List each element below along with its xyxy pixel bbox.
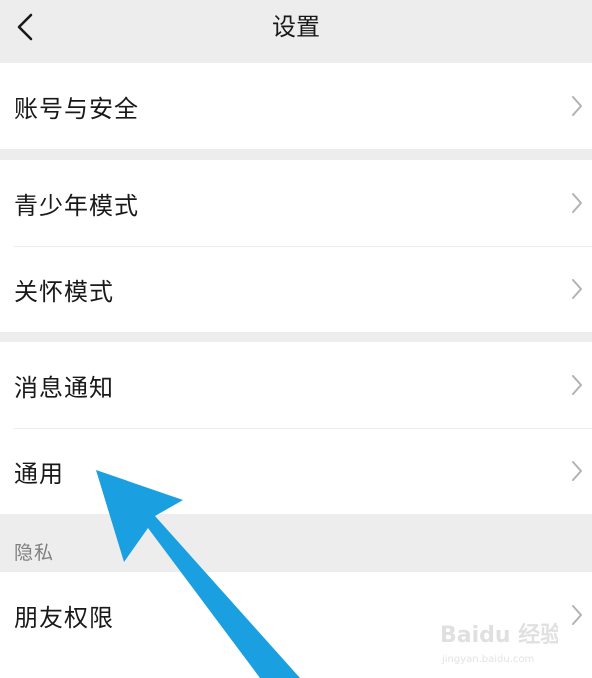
row-label: 账号与安全 xyxy=(14,94,139,123)
watermark-brand: Baidu 经验 xyxy=(440,622,558,648)
section-header-privacy: 隐私 xyxy=(14,542,55,564)
row-label: 通用 xyxy=(14,459,64,488)
settings-group-account: 账号与安全 xyxy=(0,63,592,149)
chevron-right-icon xyxy=(572,375,582,395)
baidu-jingyan-watermark: Baidu 经验 jingyan.baidu.com xyxy=(440,622,558,665)
chevron-right-icon xyxy=(572,193,582,213)
row-label: 关怀模式 xyxy=(14,277,114,306)
watermark-url: jingyan.baidu.com xyxy=(441,654,534,665)
row-account-security[interactable]: 账号与安全 xyxy=(0,63,592,149)
row-youth-mode[interactable]: 青少年模式 xyxy=(0,160,592,246)
chevron-right-icon xyxy=(572,279,582,299)
settings-screen: 设置 账号与安全 青少年模式 关怀模式 消息通知 通用 隐私 朋友权限 Baid… xyxy=(0,0,592,678)
settings-group-modes: 青少年模式 关怀模式 xyxy=(0,160,592,332)
row-care-mode[interactable]: 关怀模式 xyxy=(0,246,592,332)
row-general[interactable]: 通用 xyxy=(0,428,592,514)
row-notifications[interactable]: 消息通知 xyxy=(0,342,592,428)
settings-group-general: 消息通知 通用 xyxy=(0,342,592,514)
page-title: 设置 xyxy=(272,13,320,41)
chevron-right-icon xyxy=(572,96,582,116)
navigation-bar: 设置 xyxy=(0,0,592,58)
row-label: 青少年模式 xyxy=(14,191,139,220)
row-label: 消息通知 xyxy=(14,373,114,402)
row-label: 朋友权限 xyxy=(14,603,114,632)
chevron-right-icon xyxy=(572,461,582,481)
chevron-right-icon xyxy=(572,605,582,625)
